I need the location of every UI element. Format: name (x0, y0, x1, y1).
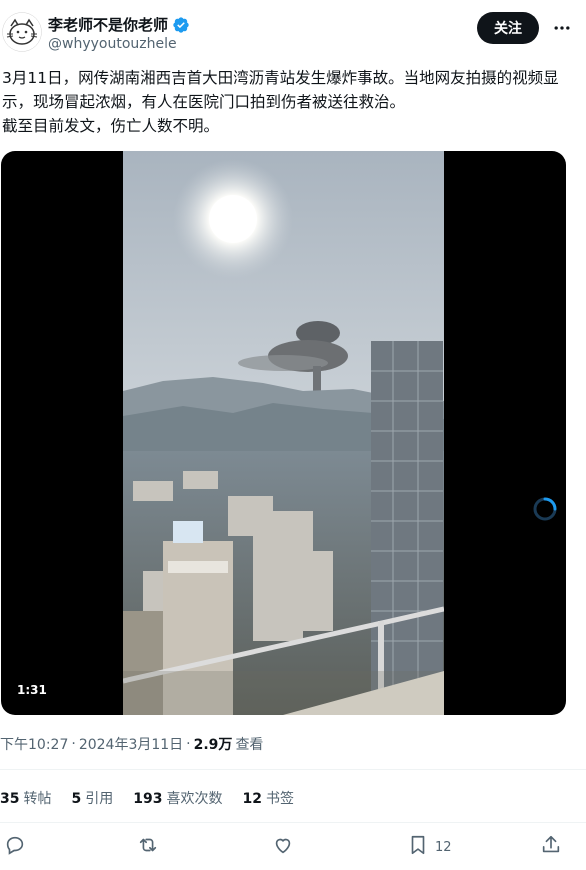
meta-separator: · (71, 736, 76, 752)
more-icon[interactable] (548, 16, 576, 40)
tweet-meta: 下午10:27 · 2024年3月11日 · 2.9万 查看 (0, 734, 263, 754)
divider (0, 769, 586, 770)
tweet-time[interactable]: 下午10:27 (0, 734, 68, 754)
stat-bookmarks[interactable]: 12 书签 (242, 788, 293, 808)
stat-likes[interactable]: 193 喜欢次数 (133, 788, 222, 808)
tweet-text: 3月11日，网传湖南湘西吉首大田湾沥青站发生爆炸事故。当地网友拍摄的视频显示，现… (2, 69, 559, 135)
author-name[interactable]: 李老师不是你老师 (48, 14, 168, 35)
views-label: 查看 (235, 737, 264, 753)
share-button[interactable] (540, 834, 562, 860)
author-handle[interactable]: @whyyoutouzhele (48, 36, 177, 52)
bookmark-icon (407, 834, 429, 860)
action-bar: 12 (0, 832, 586, 862)
like-button[interactable] (272, 834, 294, 860)
video-duration: 1:31 (11, 681, 53, 699)
loading-spinner-icon (532, 496, 558, 522)
avatar[interactable] (2, 12, 42, 52)
bookmark-button[interactable]: 12 (407, 834, 452, 860)
tweet-header: 李老师不是你老师 @whyyoutouzhele 关注 (0, 8, 586, 56)
retweet-icon (137, 834, 159, 860)
views-count: 2.9万 (193, 737, 233, 753)
video-frame[interactable] (123, 151, 444, 715)
reply-icon (4, 834, 26, 860)
video-player[interactable]: 1:31 (1, 151, 566, 715)
verified-badge-icon (172, 16, 190, 34)
follow-button[interactable]: 关注 (477, 12, 539, 44)
reply-button[interactable] (4, 834, 26, 860)
stat-reposts[interactable]: 35 转帖 (0, 788, 51, 808)
share-icon (540, 834, 562, 860)
meta-separator: · (186, 736, 191, 752)
engagement-stats: 35 转帖 5 引用 193 喜欢次数 12 书签 (0, 788, 294, 808)
bookmark-count: 12 (435, 839, 452, 855)
retweet-button[interactable] (137, 834, 159, 860)
divider (0, 822, 586, 823)
tweet-date[interactable]: 2024年3月11日 (79, 734, 183, 754)
stat-quotes[interactable]: 5 引用 (71, 788, 113, 808)
heart-icon (272, 834, 294, 860)
